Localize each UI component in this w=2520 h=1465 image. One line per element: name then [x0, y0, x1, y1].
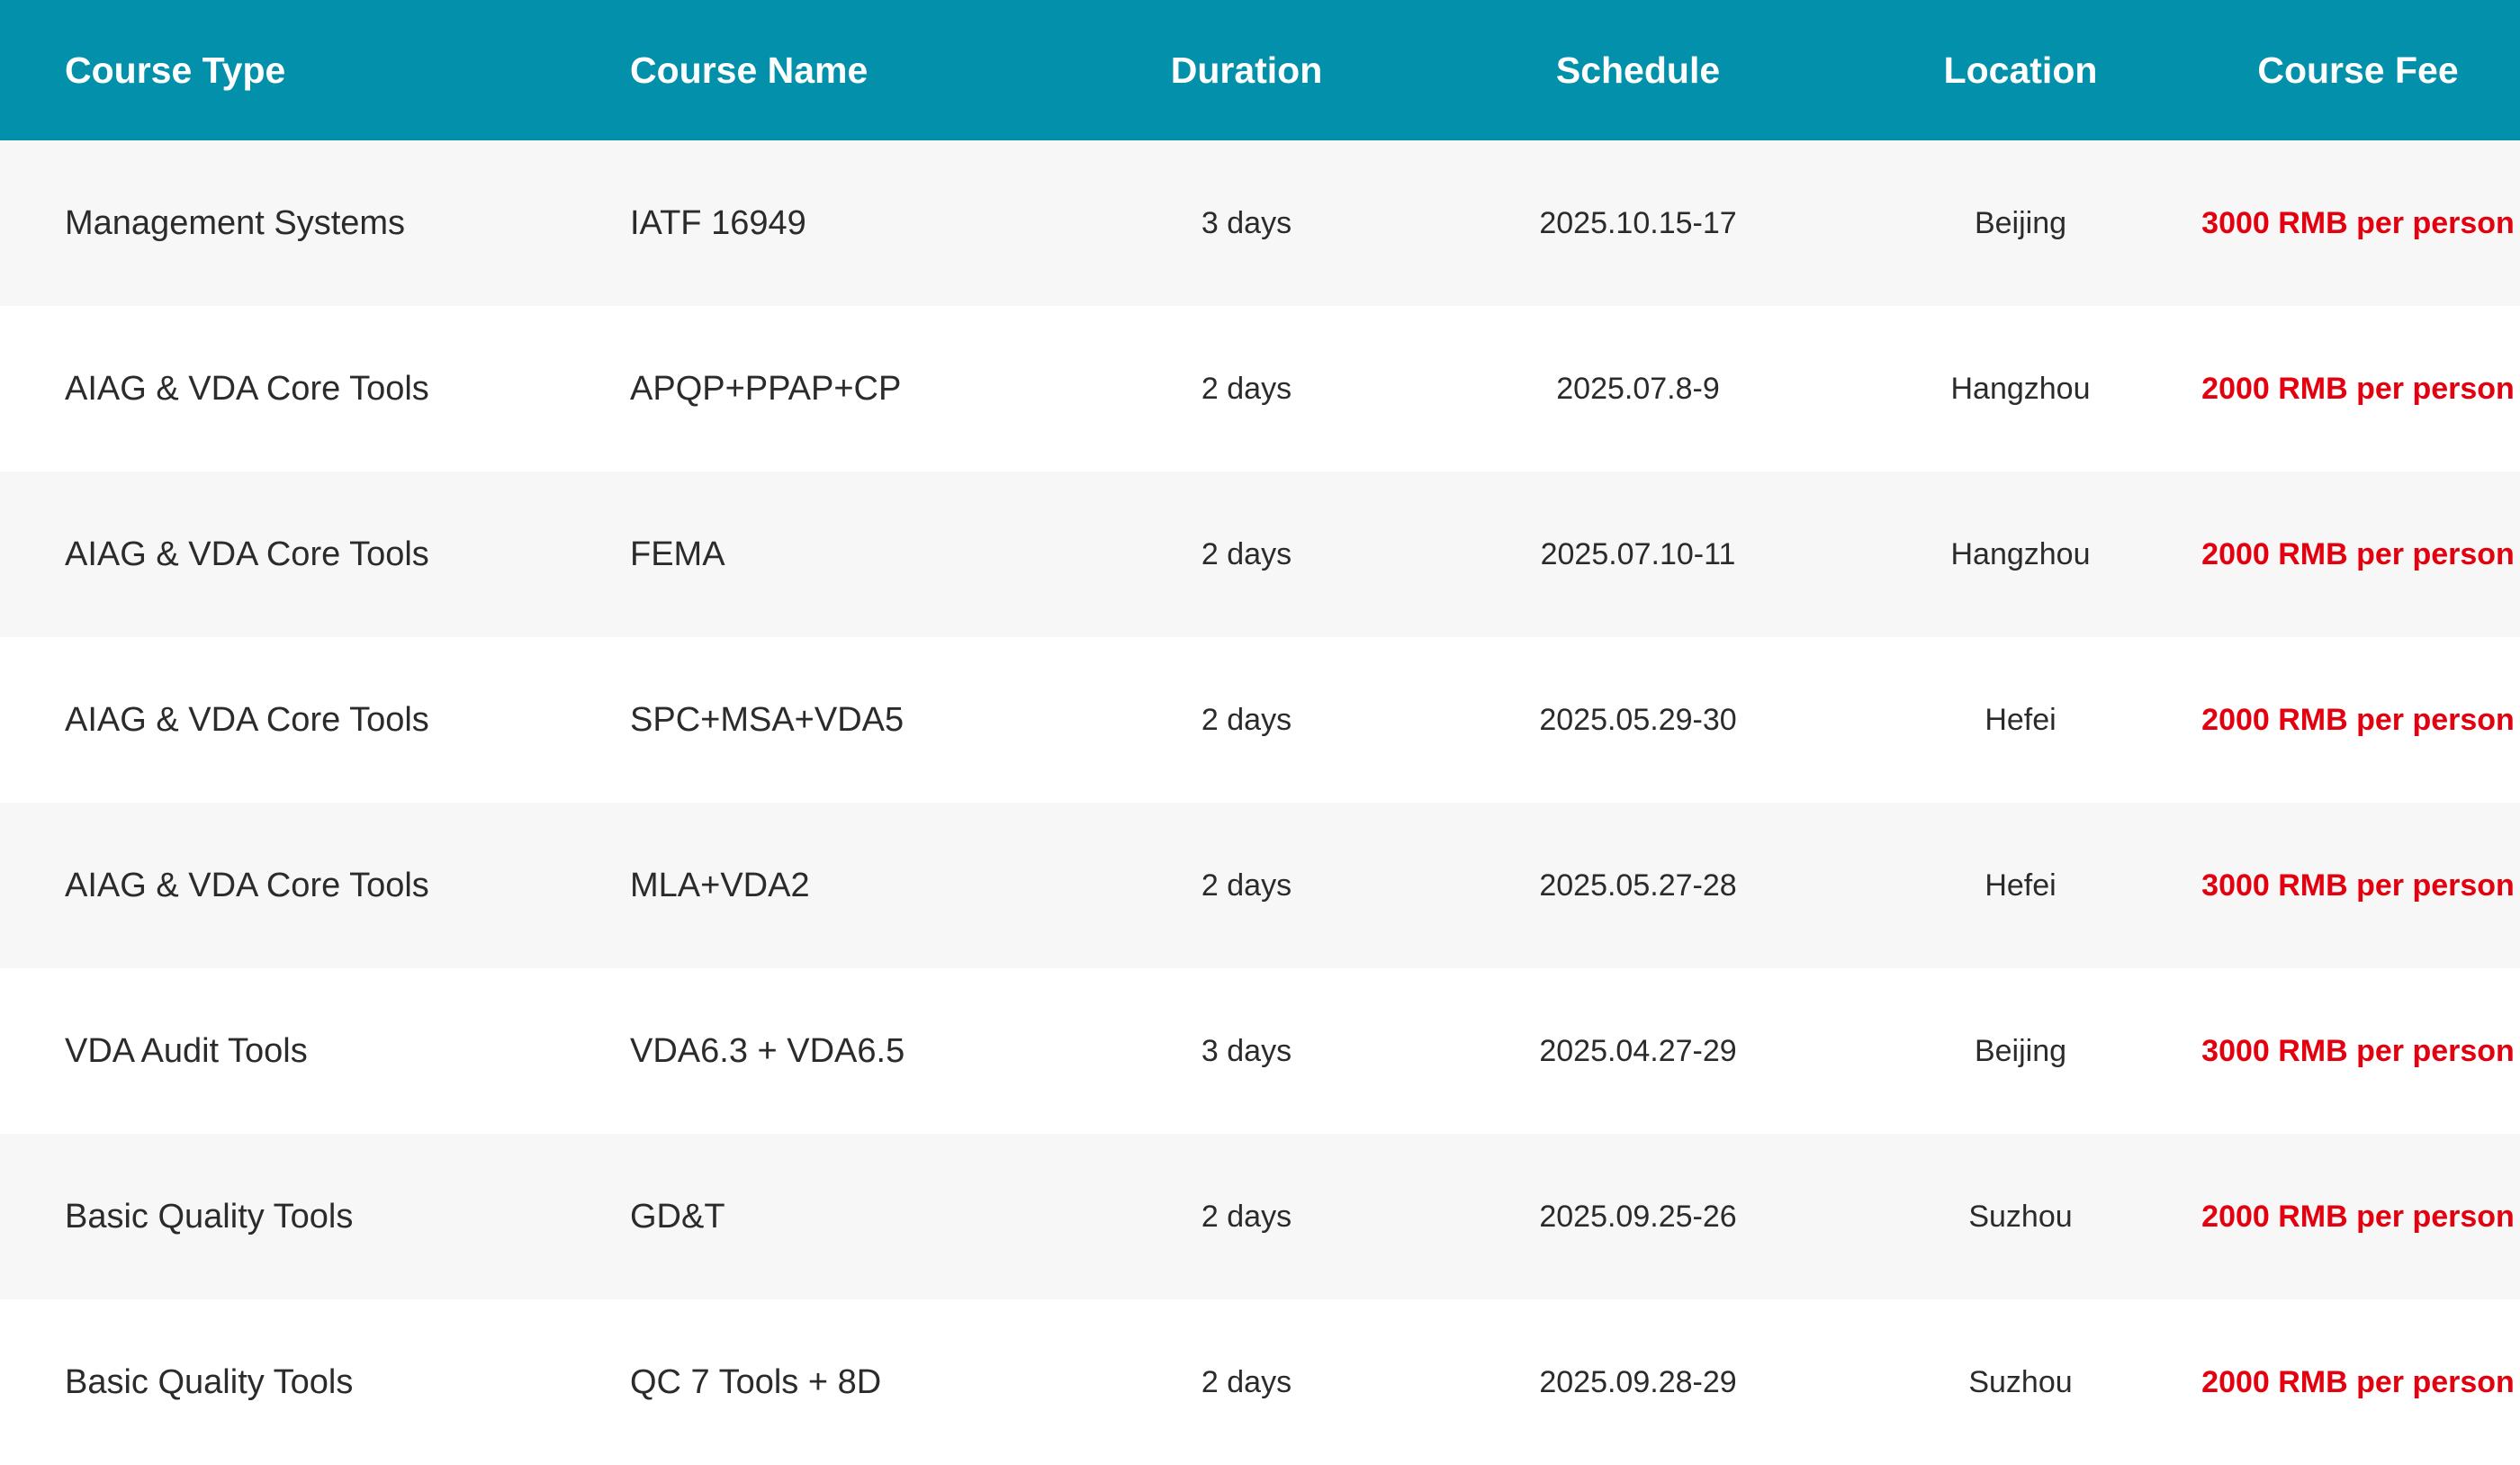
- cell-location: Suzhou: [1968, 1364, 2073, 1399]
- table-header: Course Type Course Name Duration Schedul…: [0, 0, 2520, 140]
- cell-duration: 2 days: [1201, 702, 1292, 737]
- cell-course-name: MLA+VDA2: [630, 866, 810, 904]
- table-row: VDA Audit Tools VDA6.3 + VDA6.5 3 days 2…: [0, 968, 2520, 1134]
- header-row: Course Type Course Name Duration Schedul…: [0, 0, 2520, 140]
- cell-duration: 3 days: [1201, 1033, 1292, 1068]
- cell-course-fee: 2000 RMB per person: [2201, 702, 2515, 737]
- cell-schedule: 2025.05.27-28: [1539, 867, 1737, 903]
- cell-duration: 3 days: [1201, 205, 1292, 240]
- cell-course-fee: 3000 RMB per person: [2201, 867, 2515, 903]
- cell-duration: 2 days: [1201, 1199, 1292, 1234]
- cell-duration: 2 days: [1201, 867, 1292, 903]
- cell-course-type: AIAG & VDA Core Tools: [65, 866, 429, 904]
- cell-course-name: QC 7 Tools + 8D: [630, 1362, 882, 1401]
- cell-course-fee: 3000 RMB per person: [2201, 205, 2515, 240]
- cell-location: Beijing: [1974, 1033, 2067, 1068]
- table-row: AIAG & VDA Core Tools FEMA 2 days 2025.0…: [0, 472, 2520, 637]
- header-schedule: Schedule: [1555, 49, 1721, 91]
- cell-course-name: FEMA: [630, 535, 725, 573]
- cell-course-type: AIAG & VDA Core Tools: [65, 535, 429, 573]
- table-row: Basic Quality Tools QC 7 Tools + 8D 2 da…: [0, 1299, 2520, 1465]
- table-row: Basic Quality Tools GD&T 2 days 2025.09.…: [0, 1134, 2520, 1299]
- cell-schedule: 2025.07.8-9: [1556, 371, 1720, 406]
- cell-course-fee: 2000 RMB per person: [2201, 1364, 2515, 1399]
- cell-course-fee: 2000 RMB per person: [2201, 371, 2515, 406]
- table-row: AIAG & VDA Core Tools MLA+VDA2 2 days 20…: [0, 803, 2520, 968]
- cell-course-name: GD&T: [630, 1197, 725, 1236]
- cell-course-type: AIAG & VDA Core Tools: [65, 700, 429, 739]
- table-row: AIAG & VDA Core Tools SPC+MSA+VDA5 2 day…: [0, 637, 2520, 803]
- cell-course-type: Basic Quality Tools: [65, 1362, 354, 1401]
- cell-course-type: Management Systems: [65, 203, 406, 242]
- header-duration: Duration: [1170, 49, 1323, 91]
- cell-location: Hangzhou: [1950, 371, 2091, 406]
- cell-course-name: APQP+PPAP+CP: [630, 369, 902, 408]
- cell-schedule: 2025.05.29-30: [1539, 702, 1737, 737]
- table-row: AIAG & VDA Core Tools APQP+PPAP+CP 2 day…: [0, 306, 2520, 472]
- table-body: Management Systems IATF 16949 3 days 202…: [0, 140, 2520, 1465]
- header-course-name: Course Name: [630, 49, 868, 91]
- header-course-type: Course Type: [65, 49, 286, 91]
- cell-location: Hefei: [1984, 702, 2056, 737]
- cell-schedule: 2025.09.28-29: [1539, 1364, 1737, 1399]
- cell-course-name: VDA6.3 + VDA6.5: [630, 1031, 905, 1070]
- cell-schedule: 2025.10.15-17: [1539, 205, 1737, 240]
- cell-location: Hefei: [1984, 867, 2056, 903]
- cell-schedule: 2025.04.27-29: [1539, 1033, 1737, 1068]
- cell-duration: 2 days: [1201, 371, 1292, 406]
- cell-course-fee: 2000 RMB per person: [2201, 536, 2515, 571]
- cell-course-name: SPC+MSA+VDA5: [630, 700, 904, 739]
- cell-schedule: 2025.07.10-11: [1540, 536, 1736, 571]
- cell-location: Suzhou: [1968, 1199, 2073, 1234]
- cell-course-fee: 3000 RMB per person: [2201, 1033, 2515, 1068]
- cell-course-type: VDA Audit Tools: [65, 1031, 308, 1070]
- course-schedule-table: Course Type Course Name Duration Schedul…: [0, 0, 2520, 1465]
- cell-course-fee: 2000 RMB per person: [2201, 1199, 2515, 1234]
- cell-course-name: IATF 16949: [630, 203, 806, 242]
- cell-duration: 2 days: [1201, 536, 1292, 571]
- header-course-fee: Course Fee: [2257, 49, 2459, 91]
- table-row: Management Systems IATF 16949 3 days 202…: [0, 140, 2520, 306]
- header-location: Location: [1943, 49, 2098, 91]
- cell-location: Hangzhou: [1950, 536, 2091, 571]
- cell-course-type: AIAG & VDA Core Tools: [65, 369, 429, 408]
- cell-schedule: 2025.09.25-26: [1539, 1199, 1737, 1234]
- cell-location: Beijing: [1974, 205, 2067, 240]
- cell-course-type: Basic Quality Tools: [65, 1197, 354, 1236]
- cell-duration: 2 days: [1201, 1364, 1292, 1399]
